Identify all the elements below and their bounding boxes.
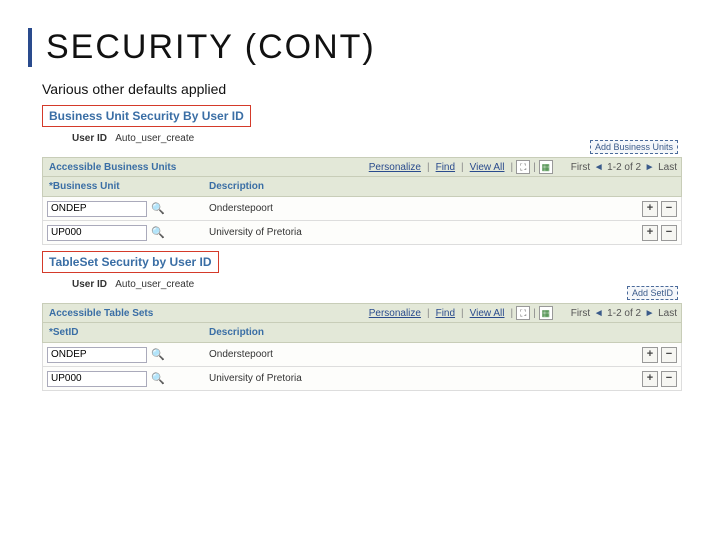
add-row-button[interactable]: +: [642, 347, 658, 363]
prev-arrow-icon[interactable]: ◄: [592, 307, 605, 320]
find-link[interactable]: Find: [433, 162, 458, 173]
tableset-security-section: TableSet Security by User ID User ID Aut…: [42, 251, 682, 391]
bu-grid-controls: Personalize | Find | View All | ⛶ | ▦ Fi…: [366, 160, 681, 174]
view-all-link[interactable]: View All: [467, 162, 508, 173]
bu-desc-cell: University of Pretoria: [203, 227, 635, 238]
business-unit-input[interactable]: [47, 225, 147, 241]
ts-grid-title: Accessible Table Sets: [43, 308, 159, 319]
ts-col-a-header: *SetID: [43, 327, 203, 338]
last-label: Last: [658, 308, 677, 319]
first-label: First: [571, 308, 590, 319]
bu-desc-cell: Onderstepoort: [203, 203, 635, 214]
bu-col-b-header: Description: [203, 181, 681, 192]
user-id-value-2: Auto_user_create: [115, 279, 194, 290]
delete-row-button[interactable]: −: [661, 201, 677, 217]
delete-row-button[interactable]: −: [661, 371, 677, 387]
add-setid-button[interactable]: Add SetID: [627, 286, 678, 300]
lookup-icon[interactable]: 🔍: [151, 202, 165, 216]
view-all-link[interactable]: View All: [467, 308, 508, 319]
download-excel-icon[interactable]: ▦: [539, 160, 553, 174]
table-row: 🔍 University of Pretoria + −: [42, 221, 682, 245]
setid-input[interactable]: [47, 347, 147, 363]
page-title: SECURITY (CONT): [46, 28, 692, 67]
next-arrow-icon[interactable]: ►: [643, 161, 656, 174]
personalize-link[interactable]: Personalize: [366, 308, 424, 319]
delete-row-button[interactable]: −: [661, 225, 677, 241]
add-row-button[interactable]: +: [642, 371, 658, 387]
zoom-icon[interactable]: ⛶: [516, 160, 530, 174]
subtitle: Various other defaults applied: [42, 81, 692, 97]
user-id-label-1: User ID: [72, 133, 107, 144]
add-row-button[interactable]: +: [642, 201, 658, 217]
ts-desc-cell: University of Pretoria: [203, 373, 635, 384]
slide-container: SECURITY (CONT) Various other defaults a…: [0, 0, 720, 391]
lookup-icon[interactable]: 🔍: [151, 372, 165, 386]
table-row: 🔍 Onderstepoort + −: [42, 343, 682, 367]
ts-grid-controls: Personalize | Find | View All | ⛶ | ▦ Fi…: [366, 306, 681, 320]
next-arrow-icon[interactable]: ►: [643, 307, 656, 320]
table-row: 🔍 University of Pretoria + −: [42, 367, 682, 391]
bu-security-header: Business Unit Security By User ID: [42, 105, 251, 127]
prev-arrow-icon[interactable]: ◄: [592, 161, 605, 174]
setid-input[interactable]: [47, 371, 147, 387]
ts-desc-cell: Onderstepoort: [203, 349, 635, 360]
screenshot-pane: Business Unit Security By User ID User I…: [42, 105, 682, 391]
bu-grid-toolbar: Accessible Business Units Personalize | …: [42, 157, 682, 177]
bu-grid-header: *Business Unit Description: [42, 177, 682, 197]
personalize-link[interactable]: Personalize: [366, 162, 424, 173]
user-id-value-1: Auto_user_create: [115, 133, 194, 144]
last-label: Last: [658, 162, 677, 173]
zoom-icon[interactable]: ⛶: [516, 306, 530, 320]
user-id-label-2: User ID: [72, 279, 107, 290]
bu-col-a-header: *Business Unit: [43, 181, 203, 192]
business-unit-input[interactable]: [47, 201, 147, 217]
range-label: 1-2 of 2: [607, 162, 641, 173]
add-row-button[interactable]: +: [642, 225, 658, 241]
find-link[interactable]: Find: [433, 308, 458, 319]
bu-grid-title: Accessible Business Units: [43, 162, 182, 173]
bu-security-section: Business Unit Security By User ID User I…: [42, 105, 682, 245]
add-business-units-button[interactable]: Add Business Units: [590, 140, 678, 154]
delete-row-button[interactable]: −: [661, 347, 677, 363]
ts-grid-toolbar: Accessible Table Sets Personalize | Find…: [42, 303, 682, 323]
table-row: 🔍 Onderstepoort + −: [42, 197, 682, 221]
lookup-icon[interactable]: 🔍: [151, 226, 165, 240]
ts-grid-header: *SetID Description: [42, 323, 682, 343]
first-label: First: [571, 162, 590, 173]
title-wrap: SECURITY (CONT): [28, 28, 692, 67]
range-label: 1-2 of 2: [607, 308, 641, 319]
download-excel-icon[interactable]: ▦: [539, 306, 553, 320]
tableset-security-header: TableSet Security by User ID: [42, 251, 219, 273]
lookup-icon[interactable]: 🔍: [151, 348, 165, 362]
ts-col-b-header: Description: [203, 327, 681, 338]
